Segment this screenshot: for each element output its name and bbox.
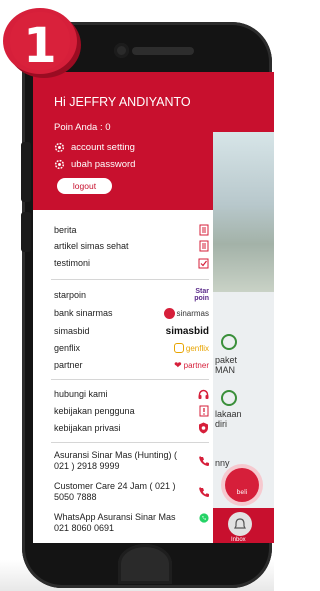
- menu-item-berita[interactable]: berita: [54, 222, 209, 238]
- background-banner-image: [213, 132, 274, 292]
- menu-item-genflix[interactable]: genflix genflix: [54, 340, 209, 356]
- menu-item-simasbid[interactable]: simasbid simasbid: [54, 323, 209, 339]
- speaker-grille: [132, 47, 194, 55]
- menu-item-hubungi-kami[interactable]: hubungi kami: [54, 386, 209, 402]
- partner-logo: ❤ partner: [174, 359, 209, 370]
- background-text: diri: [215, 419, 228, 429]
- user-greeting: Hi JEFFRY ANDIYANTO: [54, 95, 191, 109]
- background-text: paket: [215, 355, 238, 365]
- phone-icon: [199, 456, 209, 466]
- gear-icon: [54, 142, 65, 153]
- home-button[interactable]: [118, 544, 172, 584]
- account-setting-link[interactable]: account setting: [54, 142, 135, 153]
- background-product-icon: [221, 390, 237, 406]
- points-balance: Poin Anda : 0: [54, 122, 111, 133]
- menu-item-kebijakan-privasi[interactable]: kebijakan privasi: [54, 420, 209, 436]
- front-camera: [114, 43, 129, 58]
- simasbid-logo: simasbid: [165, 325, 209, 337]
- gear-icon: [54, 159, 65, 170]
- divider: [51, 442, 209, 443]
- checkbox-icon: [198, 258, 209, 268]
- document-icon: [199, 240, 209, 252]
- menu-item-partner[interactable]: partner ❤ partner: [54, 357, 209, 373]
- contact-hunting[interactable]: Asuransi Sinar Mas (Hunting) ( 021 ) 291…: [54, 450, 209, 472]
- account-setting-label: account setting: [71, 142, 135, 153]
- power-button: [21, 212, 31, 252]
- menu-item-bank-sinarmas[interactable]: bank sinarmas sinarmas: [54, 305, 209, 321]
- divider: [51, 379, 209, 380]
- contact-whatsapp[interactable]: WhatsApp Asuransi Sinar Mas 021 8060 069…: [54, 512, 209, 534]
- headset-icon: [198, 389, 209, 399]
- step-number-badge: 1: [3, 8, 81, 78]
- contact-customer-care[interactable]: Customer Care 24 Jam ( 021 ) 5050 7888: [54, 481, 209, 503]
- bank-sinarmas-logo: sinarmas: [163, 307, 209, 319]
- menu-item-artikel[interactable]: artikel simas sehat: [54, 238, 209, 254]
- background-header: [213, 72, 274, 132]
- starpoin-logo: Star poin: [194, 288, 209, 302]
- divider: [51, 279, 209, 280]
- logout-button[interactable]: logout: [57, 178, 112, 194]
- change-password-label: ubah password: [71, 159, 136, 170]
- background-text: nny: [215, 458, 230, 468]
- menu-item-testimoni[interactable]: testimoni: [54, 255, 209, 271]
- buy-fab-button[interactable]: beli: [225, 468, 259, 502]
- document-icon: [199, 224, 209, 236]
- background-text: MAN: [215, 365, 235, 375]
- phone-icon: [199, 487, 209, 497]
- inbox-icon[interactable]: [228, 512, 252, 536]
- background-product-icon: [221, 334, 237, 350]
- alert-document-icon: [199, 405, 209, 417]
- menu-item-starpoin[interactable]: starpoin Star poin: [54, 287, 209, 303]
- inbox-label: Inbox: [231, 537, 246, 543]
- whatsapp-icon: [199, 513, 209, 523]
- genflix-logo: genflix: [173, 343, 209, 353]
- drawer-header: Hi JEFFRY ANDIYANTO Poin Anda : 0 accoun…: [33, 72, 213, 210]
- step-number: 1: [23, 18, 56, 74]
- menu-item-kebijakan-pengguna[interactable]: kebijakan pengguna: [54, 403, 209, 419]
- side-drawer: Hi JEFFRY ANDIYANTO Poin Anda : 0 accoun…: [33, 72, 213, 543]
- shield-icon: [199, 422, 208, 434]
- background-text: lakaan: [215, 409, 242, 419]
- change-password-link[interactable]: ubah password: [54, 159, 135, 170]
- volume-button: [21, 142, 31, 202]
